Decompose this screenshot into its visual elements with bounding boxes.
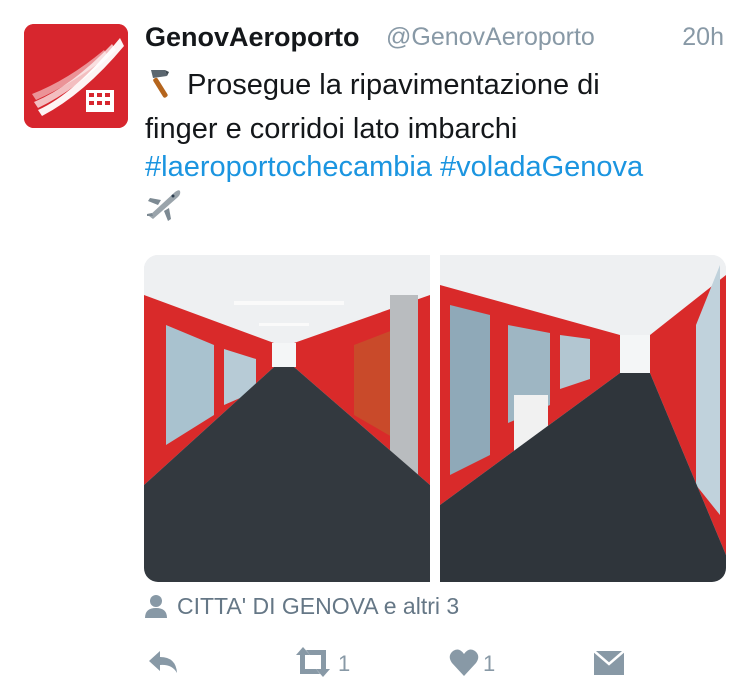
heart-icon [449,649,479,676]
like-count: 1 [483,651,496,676]
tweet-text-line2: finger e corridoi lato imbarchi [145,113,518,145]
screen-name[interactable]: @GenovAeroporto [386,23,595,52]
tweet-header: GenovAeroporto @GenovAeroporto 20h [145,22,730,58]
direct-message-button[interactable] [593,645,625,681]
hashtag-link[interactable]: #voladaGenova [440,151,643,183]
reply-button[interactable] [146,645,180,681]
retweet-button[interactable]: 1 [294,645,350,681]
tweet-text-line1: Prosegue la ripavimentazione di [187,69,600,101]
corridor-photo[interactable] [440,255,726,582]
person-icon [145,594,167,624]
hammer-icon [145,66,179,110]
retweet-count: 1 [338,651,351,676]
reply-icon [149,651,177,673]
corridor-photo[interactable] [144,255,430,582]
location-label[interactable]: CITTA' DI GENOVA e altri 3 [177,593,459,620]
media-grid[interactable] [144,255,726,582]
tweet-text: Prosegue la ripavimentazione di finger e… [145,66,735,234]
retweet-icon [296,647,330,677]
timestamp[interactable]: 20h [682,23,724,52]
avatar[interactable] [24,24,128,128]
envelope-icon [593,650,625,675]
action-bar: 1 1 [0,645,750,681]
display-name[interactable]: GenovAeroporto [145,22,360,53]
airport-logo [24,24,128,128]
hashtag-link[interactable]: #laeroportochecambia [145,151,432,183]
like-button[interactable]: 1 [449,645,495,681]
airplane-icon [145,186,183,234]
